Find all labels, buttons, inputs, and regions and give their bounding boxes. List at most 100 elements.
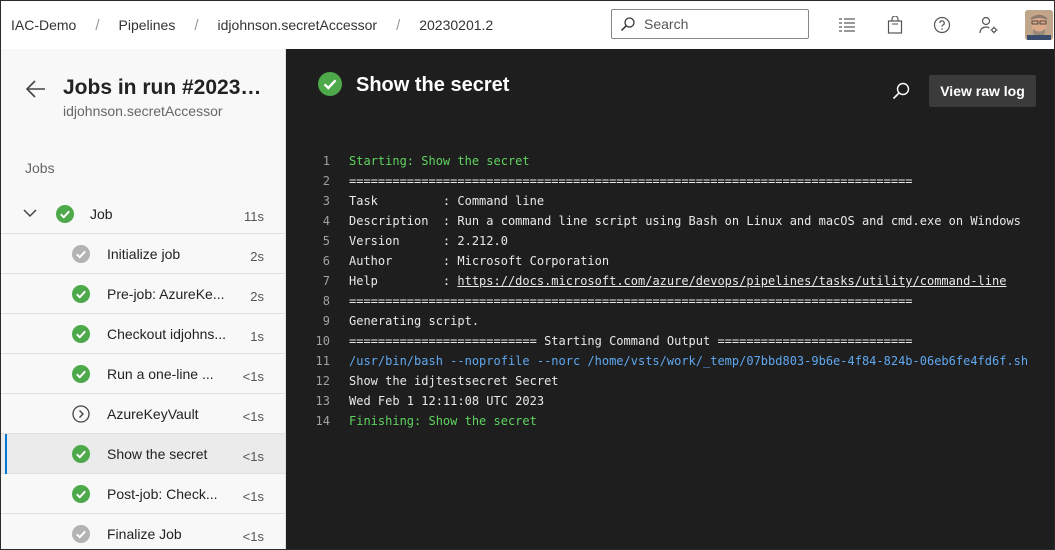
log-line-text: Generating script.	[349, 311, 479, 331]
user-settings-icon[interactable]	[977, 13, 1001, 37]
success-check-icon	[72, 485, 90, 503]
search-box[interactable]	[611, 9, 809, 39]
top-bar: IAC-Demo / Pipelines / idjohnson.secretA…	[1, 1, 1054, 50]
step-name: Checkout idjohns...	[107, 326, 227, 342]
search-icon[interactable]	[892, 82, 910, 100]
step-row[interactable]: Finalize Job <1s	[1, 514, 285, 549]
log-line-text: /usr/bin/bash --noprofile --norc /home/v…	[349, 351, 1028, 371]
log-line: 12 Show the idjtestsecret Secret	[286, 371, 559, 391]
success-check-icon	[56, 205, 74, 223]
log-line-content: ========================================…	[349, 294, 913, 308]
step-row[interactable]: Post-job: Check... <1s	[1, 474, 285, 514]
log-line: 13 Wed Feb 1 12:11:08 UTC 2023	[286, 391, 545, 411]
app-frame: IAC-Demo / Pipelines / idjohnson.secretA…	[0, 0, 1055, 550]
step-name: Initialize job	[107, 246, 181, 262]
search-input[interactable]	[642, 15, 796, 33]
log-line-content: Author : Microsoft Corporation	[349, 254, 610, 268]
log-line-content: Version : 2.212.0	[349, 234, 508, 248]
job-row[interactable]: Job 11s	[1, 194, 285, 234]
step-row[interactable]: AzureKeyVault <1s	[1, 394, 285, 434]
log-line: 8 =======================================…	[286, 291, 913, 311]
breadcrumb-separator: /	[194, 16, 199, 34]
step-row[interactable]: Initialize job 2s	[1, 234, 285, 274]
log-line: 14 Finishing: Show the secret	[286, 411, 537, 431]
step-duration: <1s	[242, 449, 264, 464]
step-name: Post-job: Check...	[107, 486, 218, 502]
log-line-number: 2	[322, 174, 330, 188]
back-arrow-icon[interactable]	[25, 79, 51, 101]
success-check-icon	[72, 365, 90, 383]
breadcrumb: IAC-Demo / Pipelines / idjohnson.secretA…	[11, 1, 493, 49]
log-line-text: Wed Feb 1 12:11:08 UTC 2023	[349, 391, 544, 411]
log-line-text: Help : https://docs.microsoft.com/azure/…	[349, 271, 1006, 291]
success-check-icon	[72, 445, 90, 463]
log-line-text: Show the idjtestsecret Secret	[349, 371, 559, 391]
step-row[interactable]: Checkout idjohns... 1s	[1, 314, 285, 354]
log-line: 2 =======================================…	[286, 171, 913, 191]
step-duration: 2s	[250, 249, 264, 264]
log-line-text: Task : Command line	[349, 191, 544, 211]
log-line-number: 14	[315, 414, 330, 428]
task-list-icon[interactable]	[835, 13, 859, 37]
success-check-icon	[72, 245, 90, 263]
step-duration: <1s	[242, 409, 264, 424]
run-pipeline-name: idjohnson.secretAccessor	[63, 103, 223, 119]
breadcrumb-run[interactable]: 20230201.2	[419, 17, 493, 33]
jobs-panel: Jobs in run #20230201.2 idjohnson.secret…	[1, 49, 286, 549]
log-line-number: 10	[315, 334, 330, 348]
success-check-icon	[72, 285, 90, 303]
success-check-icon	[318, 72, 342, 96]
log-line-text: Version : 2.212.0	[349, 231, 508, 251]
step-row[interactable]: Pre-job: AzureKe... 2s	[1, 274, 285, 314]
view-raw-log-button[interactable]: View raw log	[929, 75, 1036, 107]
log-panel: Show the secret View raw log 1 Starting: …	[286, 49, 1054, 549]
log-line-text: ========================================…	[349, 171, 913, 191]
breadcrumb-pipelines[interactable]: Pipelines	[119, 17, 176, 33]
log-line-content: Help :	[349, 274, 458, 288]
step-row[interactable]: Run a one-line ... <1s	[1, 354, 285, 394]
step-duration: <1s	[242, 529, 264, 544]
log-line-number: 6	[322, 254, 330, 268]
step-duration: <1s	[242, 489, 264, 504]
log-line-number: 1	[322, 154, 330, 168]
log-line: 10 ========================== Starting Co…	[286, 331, 913, 351]
log-line: 5 Version : 2.212.0	[286, 231, 508, 251]
step-name: Pre-job: AzureKe...	[107, 286, 225, 302]
log-line: 6 Author : Microsoft Corporation	[286, 251, 609, 271]
log-line-number: 11	[315, 354, 330, 368]
log-title: Show the secret	[356, 74, 510, 96]
log-line-number: 8	[322, 294, 330, 308]
log-line-number: 4	[322, 214, 330, 228]
chevron-down-icon[interactable]	[23, 208, 37, 218]
help-link[interactable]: https://docs.microsoft.com/azure/devops/…	[457, 274, 1006, 288]
log-line: 11/usr/bin/bash --noprofile --norc /home…	[286, 351, 1029, 371]
log-line: 7 Help : https://docs.microsoft.com/azure…	[286, 271, 1007, 291]
success-check-icon	[72, 325, 90, 343]
log-line-content: Task : Command line	[349, 194, 545, 208]
breadcrumb-project[interactable]: IAC-Demo	[11, 17, 76, 33]
breadcrumb-pipeline[interactable]: idjohnson.secretAccessor	[218, 17, 378, 33]
log-line-number: 5	[322, 234, 330, 248]
log-line-content: Finishing: Show the secret	[349, 414, 537, 428]
step-row-selected[interactable]: Show the secret <1s	[1, 434, 285, 474]
avatar[interactable]	[1025, 10, 1053, 40]
log-line-content: ========================== Starting Comm…	[349, 334, 913, 348]
help-icon[interactable]	[930, 13, 954, 37]
skipped-icon	[72, 405, 90, 423]
run-title: Jobs in run #20230201.2	[63, 76, 263, 99]
step-duration: 1s	[250, 329, 264, 344]
job-name: Job	[90, 206, 113, 222]
log-line: 9 Generating script.	[286, 311, 479, 331]
log-line-text: ========================== Starting Comm…	[349, 331, 913, 351]
step-name: Show the secret	[107, 446, 208, 462]
shopping-bag-icon[interactable]	[883, 13, 907, 37]
log-line-number: 9	[322, 314, 330, 328]
log-line-content: ========================================…	[349, 174, 913, 188]
log-line-content: Generating script.	[349, 314, 480, 328]
log-line-content: Show the idjtestsecret Secret	[349, 374, 559, 388]
step-name: Run a one-line ...	[107, 366, 214, 382]
step-duration: <1s	[242, 369, 264, 384]
breadcrumb-separator: /	[396, 16, 401, 34]
log-line-content: Description : Run a command line script …	[349, 214, 1021, 228]
step-name: AzureKeyVault	[107, 406, 199, 422]
